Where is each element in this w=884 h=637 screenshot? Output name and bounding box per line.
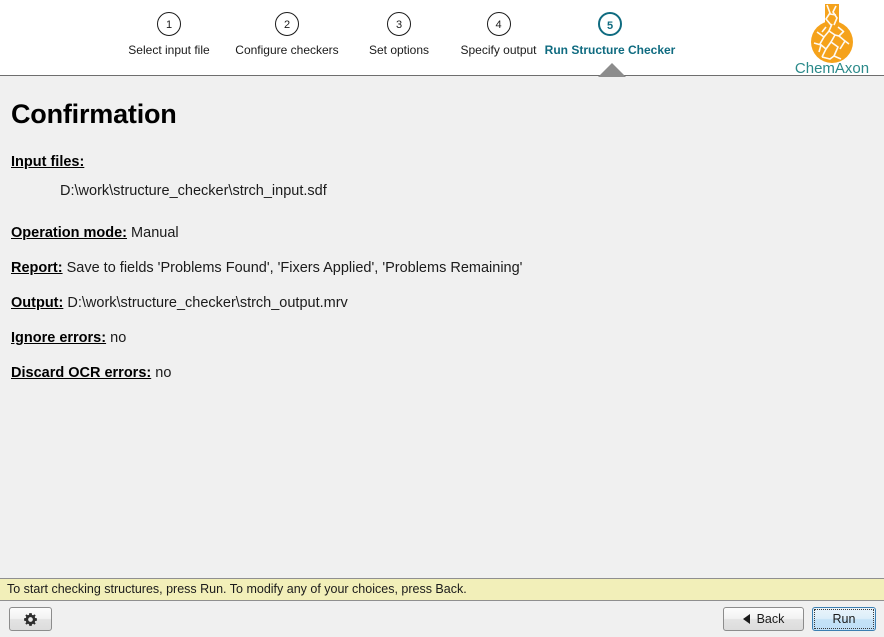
- step-1-number: 1: [157, 12, 181, 36]
- confirmation-summary: Input files: D:\work\structure_checker\s…: [11, 153, 874, 399]
- page-title: Confirmation: [11, 99, 177, 130]
- report-label: Report:: [11, 260, 63, 276]
- back-button[interactable]: Back: [723, 607, 804, 631]
- operation-mode-value: Manual: [131, 225, 179, 241]
- step-4-number: 4: [487, 12, 511, 36]
- report-value: Save to fields 'Problems Found', 'Fixers…: [67, 260, 523, 276]
- wizard-header: 1 Select input file 2 Configure checkers…: [0, 0, 884, 76]
- step-2-number: 2: [275, 12, 299, 36]
- step-5-number: 5: [598, 12, 622, 36]
- chemaxon-wordmark: ChemAxon: [795, 60, 869, 76]
- wizard-step-2[interactable]: 2 Configure checkers: [228, 12, 346, 57]
- discard-ocr-errors-label: Discard OCR errors:: [11, 365, 151, 381]
- ignore-errors-label: Ignore errors:: [11, 330, 106, 346]
- ignore-errors-value: no: [110, 330, 126, 346]
- input-files-row: Input files:: [11, 153, 874, 171]
- input-files-label: Input files:: [11, 154, 84, 170]
- triangle-left-icon: [743, 614, 750, 624]
- wizard-step-3[interactable]: 3 Set options: [346, 12, 452, 57]
- content-panel: Confirmation Input files: D:\work\struct…: [0, 77, 884, 578]
- discard-ocr-errors-value: no: [155, 365, 171, 381]
- step-3-number: 3: [387, 12, 411, 36]
- ignore-errors-row: Ignore errors: no: [11, 329, 874, 347]
- run-button[interactable]: Run: [812, 607, 876, 631]
- status-bar: To start checking structures, press Run.…: [0, 578, 884, 601]
- input-file-path: D:\work\structure_checker\strch_input.sd…: [60, 183, 874, 199]
- step-2-label: Configure checkers: [235, 43, 338, 57]
- step-5-label: Run Structure Checker: [545, 43, 676, 57]
- triangle-up-icon: [598, 63, 626, 77]
- wizard-step-4[interactable]: 4 Specify output: [452, 12, 545, 57]
- wizard-step-list: 1 Select input file 2 Configure checkers…: [110, 12, 710, 68]
- wizard-step-5[interactable]: 5 Run Structure Checker: [545, 12, 675, 57]
- step-1-label: Select input file: [128, 43, 209, 57]
- gear-icon: [23, 612, 38, 627]
- output-row: Output: D:\work\structure_checker\strch_…: [11, 294, 874, 312]
- back-button-label: Back: [757, 612, 785, 626]
- input-files-block: Input files: D:\work\structure_checker\s…: [11, 153, 874, 199]
- settings-button[interactable]: [9, 607, 52, 631]
- discard-ocr-errors-row: Discard OCR errors: no: [11, 364, 874, 382]
- operation-mode-label: Operation mode:: [11, 225, 127, 241]
- chemaxon-logo: ChemAxon: [786, 2, 878, 76]
- output-label: Output:: [11, 295, 63, 311]
- status-message: To start checking structures, press Run.…: [7, 582, 467, 596]
- step-3-label: Set options: [369, 43, 429, 57]
- operation-mode-row: Operation mode: Manual: [11, 224, 874, 242]
- output-value: D:\work\structure_checker\strch_output.m…: [67, 295, 347, 311]
- step-4-label: Specify output: [460, 43, 536, 57]
- wizard-step-1[interactable]: 1 Select input file: [110, 12, 228, 57]
- report-row: Report: Save to fields 'Problems Found',…: [11, 259, 874, 277]
- run-button-label: Run: [833, 612, 856, 626]
